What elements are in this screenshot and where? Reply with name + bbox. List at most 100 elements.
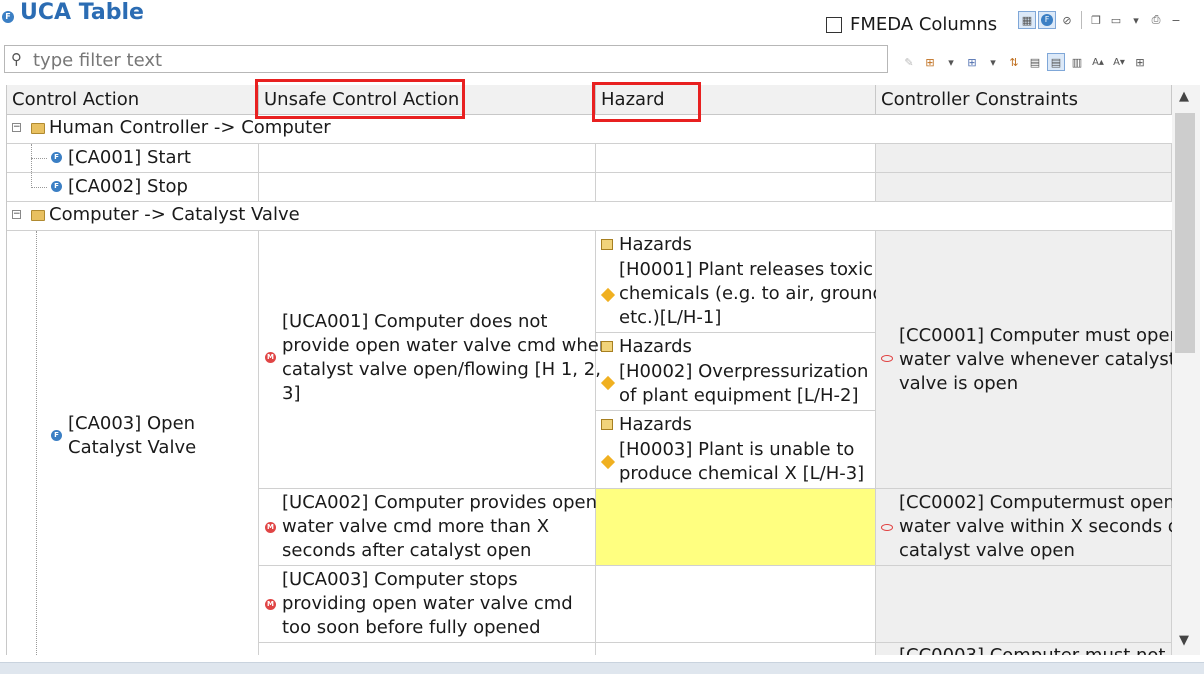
grid-view-icon[interactable]: ▦ bbox=[1018, 11, 1036, 29]
edit-disabled-icon: ✎ bbox=[904, 55, 914, 69]
function-icon: F bbox=[51, 181, 62, 192]
minimize-icon[interactable]: − bbox=[1167, 11, 1185, 29]
uca-marker-icon: M bbox=[265, 522, 276, 533]
fmeda-columns-checkbox[interactable] bbox=[826, 16, 842, 33]
tree-group-row[interactable]: − Computer -> Catalyst Valve bbox=[7, 202, 1172, 231]
hazard-cell[interactable] bbox=[596, 566, 876, 643]
group-label: Human Controller -> Computer bbox=[49, 117, 331, 138]
uca-marker-icon: M bbox=[265, 352, 276, 363]
bottom-edge bbox=[0, 662, 1204, 674]
hazards-heading: Hazards bbox=[619, 414, 692, 435]
table-toolbar: ✎ ⊞ ▾ ⊞ ▾ ⇅ ▤ ▤ ▥ A▴ A▾ ⊞ bbox=[900, 53, 1149, 71]
constraint-cell[interactable] bbox=[876, 144, 1172, 173]
hazard-cell[interactable]: Hazards [H0002] Overpressurization of pl… bbox=[596, 333, 876, 411]
hazards-heading: Hazards bbox=[619, 234, 692, 255]
constraint-cell[interactable]: [CC0002] Computermust open water valve w… bbox=[876, 489, 1172, 566]
constraint-cell[interactable]: [CC0003] Computer must not bbox=[876, 643, 1172, 655]
hazard-text: of plant equipment [L/H-2] bbox=[619, 385, 859, 406]
uca-cell[interactable]: M [UCA002] Computer provides open water … bbox=[259, 489, 597, 566]
tree-group-row[interactable]: − Human Controller -> Computer bbox=[7, 115, 1172, 144]
add-column-icon[interactable]: ⊞ bbox=[963, 53, 981, 71]
hazards-folder-icon bbox=[601, 419, 613, 430]
uca-cell[interactable] bbox=[259, 173, 596, 202]
collapse-toggle-icon[interactable]: − bbox=[12, 123, 21, 132]
constraint-icon bbox=[881, 524, 893, 531]
constraint-text: [CC0001] Computer must open bbox=[899, 325, 1172, 346]
add-column-dropdown-icon[interactable]: ▾ bbox=[984, 53, 1002, 71]
uca-cell[interactable] bbox=[259, 144, 596, 173]
filter-function-icon[interactable]: F bbox=[1038, 11, 1056, 29]
layout-list-icon[interactable]: ▤ bbox=[1047, 53, 1065, 71]
hazards-heading: Hazards bbox=[619, 336, 692, 357]
view-header: F UCA Table FMEDA Columns ▦ F ⊘ ❐ ▭ ▾ ⎙ … bbox=[0, 0, 1204, 40]
hazard-text: produce chemical X [L/H-3] bbox=[619, 463, 865, 484]
uca-text: providing open water valve cmd bbox=[282, 593, 573, 614]
function-icon: F bbox=[51, 152, 62, 163]
export-icon[interactable]: ▭ bbox=[1107, 11, 1125, 29]
copy-icon[interactable]: ❐ bbox=[1087, 11, 1105, 29]
expand-all-icon[interactable]: ⊞ bbox=[1131, 53, 1149, 71]
hazards-folder-icon bbox=[601, 341, 613, 352]
scroll-down-icon[interactable]: ▼ bbox=[1179, 633, 1189, 648]
table-row[interactable]: F [CA002] Stop bbox=[7, 173, 259, 202]
vertical-scrollbar[interactable]: ▲ ▼ bbox=[1172, 85, 1200, 655]
constraint-cell[interactable] bbox=[876, 566, 1172, 643]
uca-cell[interactable] bbox=[259, 643, 596, 655]
hazard-cell[interactable]: Hazards [H0001] Plant releases toxic che… bbox=[596, 231, 890, 333]
uca-text: 3] bbox=[282, 383, 301, 404]
sort-icon[interactable]: ⇅ bbox=[1005, 53, 1023, 71]
column-header-hazard[interactable]: Hazard bbox=[596, 85, 876, 115]
control-action-label: [CA003] Open bbox=[68, 413, 196, 434]
hazard-cell[interactable]: Hazards [H0003] Plant is unable to produ… bbox=[596, 411, 876, 489]
hazard-cell-empty-selected[interactable] bbox=[596, 489, 876, 566]
hazard-text: chemicals (e.g. to air, ground, bbox=[619, 283, 890, 304]
hazard-cell[interactable] bbox=[596, 173, 876, 202]
table-row[interactable]: F [CA001] Start bbox=[7, 144, 259, 173]
scroll-up-icon[interactable]: ▲ bbox=[1179, 89, 1189, 104]
column-header-unsafe-control-action[interactable]: Unsafe Control Action bbox=[259, 85, 596, 115]
scrollbar-thumb[interactable] bbox=[1175, 113, 1195, 353]
add-row-dropdown-icon[interactable]: ▾ bbox=[942, 53, 960, 71]
print-icon[interactable]: ⎙ bbox=[1147, 11, 1165, 29]
hazard-cell[interactable] bbox=[596, 643, 876, 655]
constraint-text: water valve within X seconds of bbox=[899, 516, 1172, 537]
search-icon: ⚲ bbox=[11, 50, 22, 68]
control-action-label: [CA002] Stop bbox=[68, 176, 188, 197]
uca-cell[interactable]: M [UCA001] Computer does not provide ope… bbox=[259, 231, 610, 489]
font-decrease-icon[interactable]: A▾ bbox=[1110, 53, 1128, 71]
filter-input[interactable] bbox=[31, 47, 885, 73]
filter-box: ⚲ bbox=[4, 45, 888, 73]
fmeda-columns-label: FMEDA Columns bbox=[850, 14, 998, 35]
font-increase-icon[interactable]: A▴ bbox=[1089, 53, 1107, 71]
view-toolbar: ▦ F ⊘ ❐ ▭ ▾ ⎙ − bbox=[1018, 11, 1185, 29]
hazard-warning-icon bbox=[600, 375, 616, 391]
dropdown-chevron-icon[interactable]: ▾ bbox=[1127, 11, 1145, 29]
column-header-control-action[interactable]: Control Action bbox=[7, 85, 259, 115]
collapse-toggle-icon[interactable]: − bbox=[12, 210, 21, 219]
uca-text: provide open water valve cmd when bbox=[282, 335, 611, 356]
constraint-cell[interactable]: [CC0001] Computer must open water valve … bbox=[876, 231, 1172, 489]
column-header-controller-constraints[interactable]: Controller Constraints bbox=[876, 85, 1172, 115]
table-row[interactable]: F [CA003] Open Catalyst Valve bbox=[7, 231, 259, 655]
add-row-icon[interactable]: ⊞ bbox=[921, 53, 939, 71]
hazard-cell[interactable] bbox=[596, 144, 876, 173]
uca-marker-icon: M bbox=[265, 599, 276, 610]
constraint-text: [CC0003] Computer must not bbox=[899, 644, 1166, 655]
uca-text: catalyst valve open/flowing [H 1, 2, bbox=[282, 359, 601, 380]
hide-function-icon[interactable]: ⊘ bbox=[1058, 11, 1076, 29]
uca-text: too soon before fully opened bbox=[282, 617, 541, 638]
hazard-text: etc.)[L/H-1] bbox=[619, 307, 722, 328]
hazard-warning-icon bbox=[600, 454, 616, 470]
uca-view-icon: F bbox=[2, 11, 14, 23]
constraint-icon bbox=[881, 355, 893, 362]
layout-grid-icon[interactable]: ▤ bbox=[1026, 53, 1044, 71]
group-label: Computer -> Catalyst Valve bbox=[49, 204, 300, 225]
hazard-text: [H0003] Plant is unable to bbox=[619, 439, 855, 460]
uca-cell[interactable]: M [UCA003] Computer stops providing open… bbox=[259, 566, 596, 643]
hazard-warning-icon bbox=[600, 287, 616, 303]
fmeda-columns-toggle[interactable]: FMEDA Columns bbox=[826, 14, 997, 35]
view-title: UCA Table bbox=[20, 0, 144, 25]
control-action-label: [CA001] Start bbox=[68, 147, 191, 168]
constraint-cell[interactable] bbox=[876, 173, 1172, 202]
layout-tree-icon[interactable]: ▥ bbox=[1068, 53, 1086, 71]
